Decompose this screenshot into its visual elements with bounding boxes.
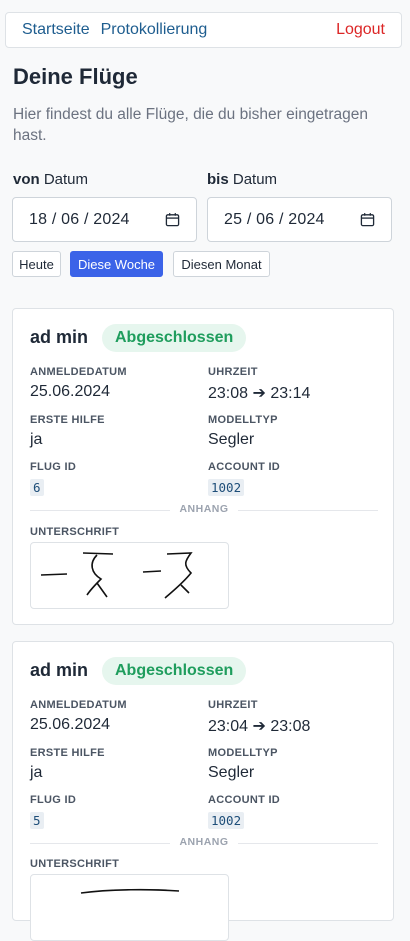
quick-filter-today[interactable]: Heute xyxy=(12,251,61,277)
label-account-id: ACCOUNT ID xyxy=(208,794,281,806)
flight-card: ad min Abgeschlossen ANMELDEDATUM 25.06.… xyxy=(12,641,394,941)
label-uhrzeit: UHRZEIT xyxy=(208,699,258,711)
label-modelltyp: MODELLTYP xyxy=(208,414,278,426)
label-uhrzeit: UHRZEIT xyxy=(208,366,258,378)
top-navbar: Startseite Protokollierung Logout xyxy=(5,12,402,48)
page-lead: Hier findest du alle Flüge, die du bishe… xyxy=(13,106,369,144)
value-flight-id: 5 xyxy=(30,812,44,829)
value-account-id: 1002 xyxy=(208,812,245,829)
calendar-icon[interactable] xyxy=(360,212,375,227)
flight-card: ad min Abgeschlossen ANMELDEDATUM 25.06.… xyxy=(12,308,394,625)
label-erste-hilfe: ERSTE HILFE xyxy=(30,414,105,426)
value-first-aid: ja xyxy=(30,431,43,448)
logout-link[interactable]: Logout xyxy=(336,21,385,39)
value-date: 25.06.2024 xyxy=(30,716,111,733)
nav-link-logging[interactable]: Protokollierung xyxy=(101,21,208,39)
value-date: 25.06.2024 xyxy=(30,383,111,400)
value-model: Segler xyxy=(208,764,255,781)
quick-filter-this-week[interactable]: Diese Woche xyxy=(70,251,163,277)
label-account-id: ACCOUNT ID xyxy=(208,461,281,473)
label-flug-id: FLUG ID xyxy=(30,461,77,473)
from-date-input[interactable]: 18 / 06 / 2024 xyxy=(12,197,197,242)
status-badge: Abgeschlossen xyxy=(102,657,247,685)
value-model: Segler xyxy=(208,431,255,448)
quick-filter-this-month[interactable]: Diesen Monat xyxy=(173,251,270,277)
value-time: 23:04 ➔ 23:08 xyxy=(208,718,311,735)
value-time: 23:08 ➔ 23:14 xyxy=(208,385,311,402)
from-date-label: von Datum xyxy=(13,171,89,188)
pilot-name: ad min xyxy=(30,327,89,347)
label-anmeldedatum: ANMELDEDATUM xyxy=(30,699,127,711)
value-flight-id: 6 xyxy=(30,479,44,496)
label-unterschrift: UNTERSCHRIFT xyxy=(30,526,120,538)
label-flug-id: FLUG ID xyxy=(30,794,77,806)
nav-link-home[interactable]: Startseite xyxy=(22,21,90,39)
label-unterschrift: UNTERSCHRIFT xyxy=(30,858,120,870)
signature-image xyxy=(30,874,229,941)
attachment-divider: ANHANG xyxy=(30,503,378,517)
value-first-aid: ja xyxy=(30,764,43,781)
status-badge: Abgeschlossen xyxy=(102,324,247,352)
pilot-name: ad min xyxy=(30,660,89,680)
label-anmeldedatum: ANMELDEDATUM xyxy=(30,366,127,378)
signature-image xyxy=(30,542,229,609)
page-title: Deine Flüge xyxy=(13,64,138,89)
label-erste-hilfe: ERSTE HILFE xyxy=(30,747,105,759)
to-date-label: bis Datum xyxy=(207,171,278,188)
value-account-id: 1002 xyxy=(208,479,245,496)
to-date-input[interactable]: 25 / 06 / 2024 xyxy=(207,197,392,242)
attachment-divider: ANHANG xyxy=(30,836,378,850)
calendar-icon[interactable] xyxy=(165,212,180,227)
label-modelltyp: MODELLTYP xyxy=(208,747,278,759)
